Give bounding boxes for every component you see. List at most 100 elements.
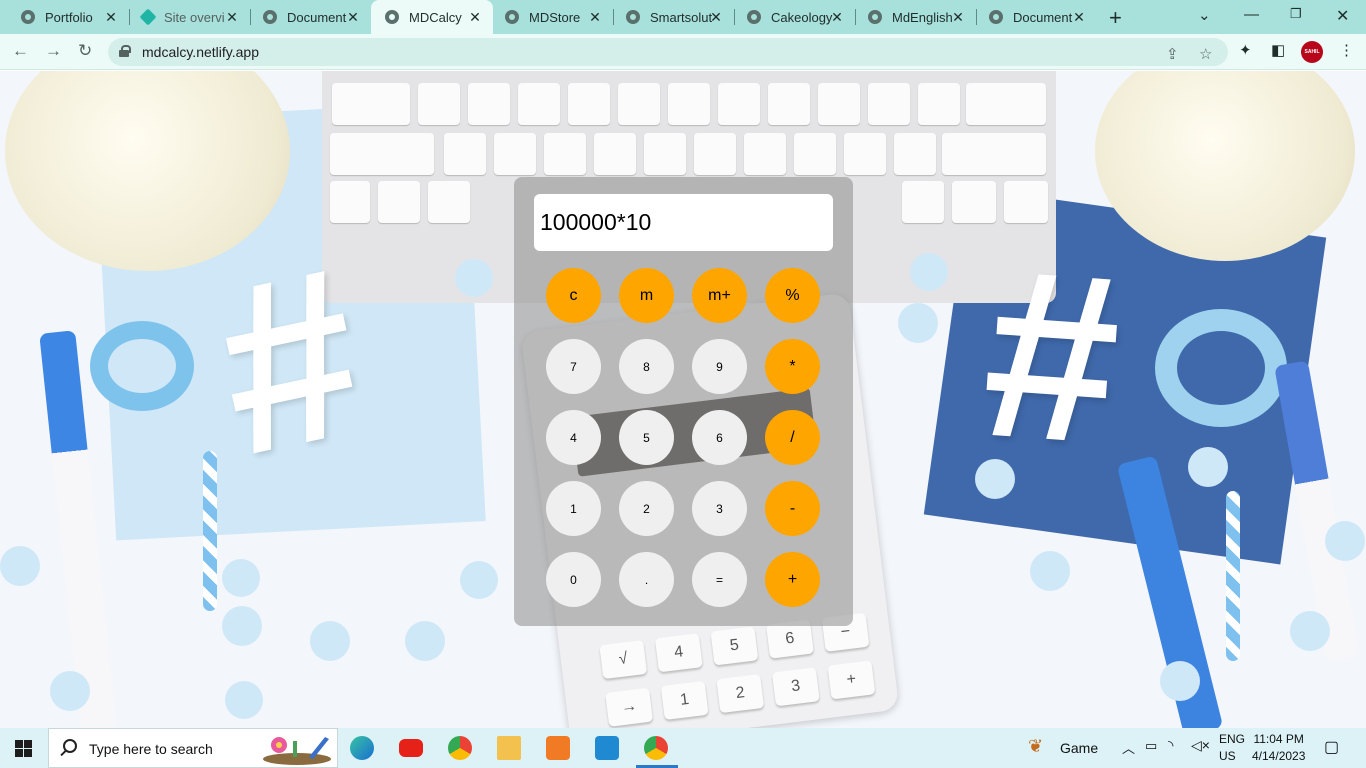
background-calc-key: 2 <box>716 674 765 714</box>
tab-smartsolutions[interactable]: Smartsolut ✕ <box>605 0 734 34</box>
tab-title: Site overvi <box>164 9 225 25</box>
digit-8-button[interactable]: 8 <box>619 339 674 394</box>
background-calc-key: 1 <box>660 680 709 720</box>
close-icon[interactable]: ✕ <box>708 9 724 26</box>
background-key <box>332 83 410 125</box>
memory-add-button[interactable]: m+ <box>692 268 747 323</box>
close-icon[interactable]: ✕ <box>224 9 240 26</box>
tab-title: MDStore <box>529 9 581 25</box>
background-key <box>644 133 686 175</box>
background-key <box>868 83 910 125</box>
background-confetti <box>50 671 90 711</box>
close-icon[interactable]: ✕ <box>829 9 845 26</box>
chrome-profile-icon[interactable] <box>644 736 668 760</box>
digit-3-button[interactable]: 3 <box>692 481 747 536</box>
calculator-display[interactable] <box>534 194 833 251</box>
close-icon[interactable]: ✕ <box>587 9 603 26</box>
equals-button[interactable]: = <box>692 552 747 607</box>
reload-icon[interactable]: ↻ <box>78 41 92 61</box>
close-icon[interactable]: ✕ <box>950 9 966 26</box>
background-confetti <box>460 561 498 599</box>
taskbar: Type here to search ❦ Game ︿ ▭ ◝ ◁× ENG … <box>0 728 1366 768</box>
digit-5-button[interactable]: 5 <box>619 410 674 465</box>
decimal-button[interactable]: . <box>619 552 674 607</box>
tab-title: Smartsolut <box>650 9 713 25</box>
back-icon[interactable]: ← <box>12 41 29 61</box>
close-icon[interactable]: ✕ <box>103 9 119 26</box>
clear-button[interactable]: c <box>546 268 601 323</box>
file-explorer-icon[interactable] <box>497 736 521 760</box>
tab-cakeology[interactable]: Cakeology ✕ <box>726 0 855 34</box>
youtube-icon[interactable] <box>399 739 423 757</box>
language-indicator[interactable]: ENG US <box>1219 731 1245 765</box>
tab-title: Cakeology <box>771 9 833 25</box>
divide-button[interactable]: / <box>765 410 820 465</box>
window-close-icon[interactable]: ✕ <box>1336 6 1349 26</box>
background-confetti <box>222 559 260 597</box>
memory-button[interactable]: m <box>619 268 674 323</box>
taskbar-search-box[interactable]: Type here to search <box>48 728 338 768</box>
background-calc-key: → <box>605 687 654 727</box>
minimize-icon[interactable]: — <box>1244 6 1259 23</box>
multiply-button[interactable]: * <box>765 339 820 394</box>
background-confetti <box>898 303 938 343</box>
background-key <box>844 133 886 175</box>
background-confetti <box>1030 551 1070 591</box>
edge-icon[interactable] <box>350 736 374 760</box>
background-key <box>330 133 434 175</box>
omnibox[interactable]: mdcalcy.netlify.app ⇪ ☆ <box>108 38 1228 66</box>
vscode-icon[interactable] <box>595 736 619 760</box>
digit-2-button[interactable]: 2 <box>619 481 674 536</box>
percent-button[interactable]: % <box>765 268 820 323</box>
xampp-icon[interactable] <box>546 736 570 760</box>
bookmark-star-icon[interactable]: ☆ <box>1199 45 1212 63</box>
digit-1-button[interactable]: 1 <box>546 481 601 536</box>
chrome-icon[interactable] <box>448 736 472 760</box>
forward-icon[interactable]: → <box>45 41 62 61</box>
globe-icon <box>626 10 640 24</box>
digit-7-button[interactable]: 7 <box>546 339 601 394</box>
clock-time: 11:04 PM <box>1253 732 1304 746</box>
background-hash-right: # <box>975 217 1128 495</box>
tab-mdstore[interactable]: MDStore ✕ <box>484 0 613 34</box>
notifications-icon[interactable]: ▢ <box>1324 737 1339 757</box>
add-button[interactable]: + <box>765 552 820 607</box>
tab-document[interactable]: Document ✕ <box>242 0 371 34</box>
digit-0-button[interactable]: 0 <box>546 552 601 607</box>
digit-4-button[interactable]: 4 <box>546 410 601 465</box>
background-confetti <box>310 621 350 661</box>
url-text[interactable]: mdcalcy.netlify.app <box>142 44 259 60</box>
new-tab-button[interactable]: + <box>1109 5 1122 31</box>
volume-muted-icon[interactable]: ◁× <box>1191 737 1210 754</box>
wifi-icon[interactable]: ◝ <box>1168 737 1173 754</box>
tab-mdenglish[interactable]: MdEnglish ✕ <box>847 0 976 34</box>
game-widget-icon[interactable]: ❦ <box>1028 736 1043 757</box>
tab-mdcalcy[interactable]: MDCalcy ✕ <box>371 0 493 34</box>
background-key <box>518 83 560 125</box>
close-icon[interactable]: ✕ <box>345 9 361 26</box>
clock-date: 4/14/2023 <box>1252 749 1306 763</box>
share-icon[interactable]: ⇪ <box>1166 45 1179 63</box>
lock-icon[interactable] <box>119 45 131 57</box>
menu-kebab-icon[interactable]: ⋮ <box>1339 41 1354 59</box>
search-placeholder: Type here to search <box>89 741 213 757</box>
side-panel-icon[interactable]: ◧ <box>1271 41 1285 59</box>
digit-6-button[interactable]: 6 <box>692 410 747 465</box>
background-candle-left <box>203 451 217 611</box>
profile-avatar[interactable]: SAHIL <box>1301 41 1323 63</box>
close-icon[interactable]: ✕ <box>1071 9 1087 26</box>
restore-icon[interactable]: ❐ <box>1290 6 1302 22</box>
close-icon[interactable]: ✕ <box>467 9 483 26</box>
digit-9-button[interactable]: 9 <box>692 339 747 394</box>
subtract-button[interactable]: - <box>765 481 820 536</box>
tab-site-overview[interactable]: Site overvi ✕ <box>121 0 250 34</box>
game-widget-label[interactable]: Game <box>1060 740 1098 756</box>
windows-start-icon[interactable] <box>15 740 32 757</box>
battery-icon[interactable]: ▭ <box>1145 738 1157 754</box>
tab-document-2[interactable]: Document ✕ <box>968 0 1097 34</box>
extensions-icon[interactable]: ✦ <box>1239 41 1252 59</box>
tab-search-chevron-icon[interactable]: ⌄ <box>1198 6 1211 24</box>
show-hidden-icons-chevron-icon[interactable]: ︿ <box>1122 738 1135 757</box>
tab-portfolio[interactable]: Portfolio ✕ <box>0 0 129 34</box>
system-clock[interactable]: 11:04 PM 4/14/2023 <box>1252 731 1305 765</box>
